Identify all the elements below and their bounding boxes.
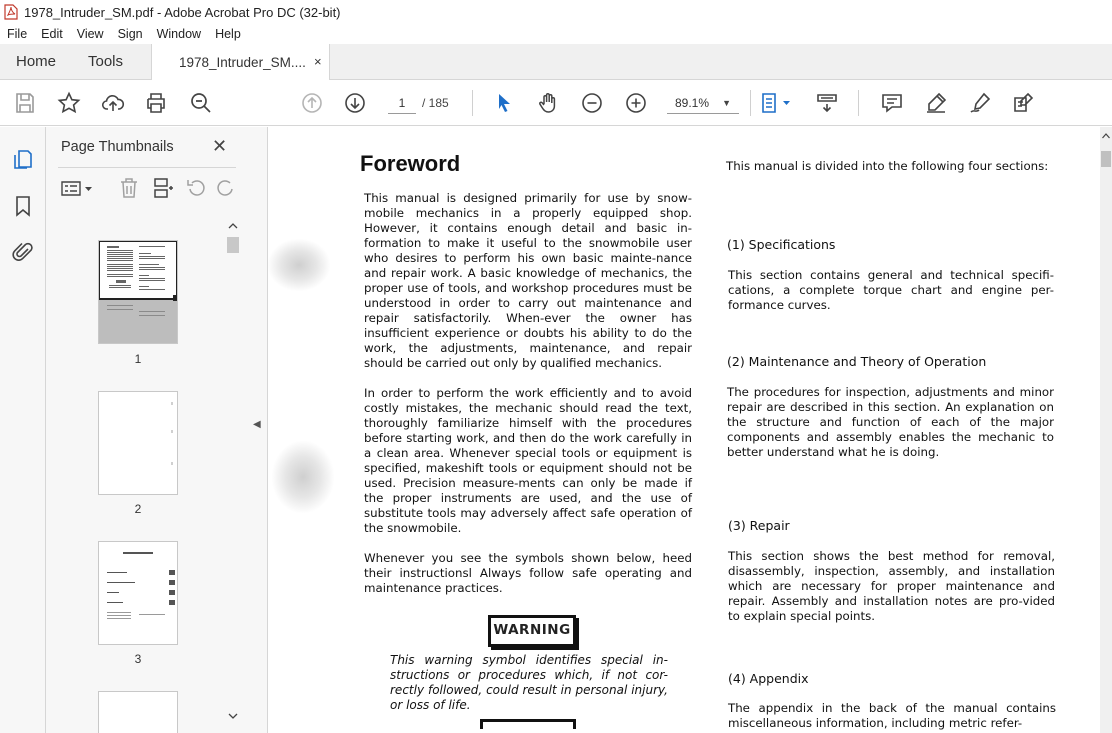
tab-close-icon[interactable]: × (314, 54, 322, 69)
attachments-paperclip-icon[interactable] (11, 240, 35, 264)
menu-view[interactable]: View (70, 27, 111, 41)
tab-bar: Home Tools 1978_Intruder_SM.... × (0, 44, 1112, 81)
page-thumbnail-4[interactable] (98, 691, 178, 733)
fill-sign-icon[interactable] (1011, 91, 1035, 115)
zoom-level-value: 89.1% (675, 96, 710, 110)
pdf-file-icon (4, 4, 18, 20)
page-thumbnail-preview (98, 240, 179, 343)
bookmark-star-icon[interactable] (57, 91, 81, 115)
page-thumbnails-panel: Page Thumbnails ✕ 1 2 3 (46, 127, 246, 733)
scroll-up-icon[interactable] (226, 221, 240, 231)
insert-page-icon[interactable] (152, 177, 174, 199)
paragraph: Whenever you see the symbols shown below… (364, 551, 692, 595)
section-heading: (4) Appendix (728, 671, 809, 686)
page-thumbnail-1[interactable] (98, 240, 179, 344)
scrollbar-thumb[interactable] (227, 237, 239, 253)
scan-smudge (268, 239, 330, 291)
paragraph: This manual is designed primarily for us… (364, 191, 692, 370)
paragraph: In order to perform the work efficiently… (364, 386, 692, 535)
toolbar-separator (858, 90, 859, 116)
section-heading: (1) Specifications (727, 237, 836, 252)
panel-title: Page Thumbnails (61, 139, 174, 155)
zoom-level-select[interactable]: 89.1% ▼ (667, 92, 739, 114)
title-bar: 1978_Intruder_SM.pdf - Adobe Acrobat Pro… (0, 0, 1112, 24)
thumbnail-label: 2 (134, 502, 142, 516)
scroll-mode-icon[interactable] (815, 91, 839, 115)
chevron-left-icon: ◀ (253, 419, 261, 430)
panel-close-icon[interactable]: ✕ (212, 136, 227, 157)
section-heading: (2) Maintenance and Theory of Operation (727, 354, 987, 369)
menu-help[interactable]: Help (208, 27, 248, 41)
zoom-in-icon[interactable] (624, 91, 648, 115)
hand-tool-icon[interactable] (536, 91, 560, 115)
sign-pen-icon[interactable] (968, 91, 992, 115)
zoom-search-icon[interactable] (189, 91, 213, 115)
page-thumbnail-3[interactable] (98, 541, 178, 645)
panel-divider (58, 167, 236, 168)
page-thumbnail-preview (107, 552, 175, 619)
page-heading: Foreword (360, 151, 461, 176)
page-number-input[interactable]: 1 (388, 92, 416, 114)
document-view[interactable]: Foreword This manual is designed primari… (268, 127, 1100, 733)
thumbnail-scrollbar[interactable] (226, 219, 240, 725)
main-toolbar: 1 / 185 89.1% ▼ (0, 80, 1112, 126)
page-fit-icon[interactable] (760, 91, 794, 115)
scrollbar-thumb[interactable] (1101, 151, 1111, 167)
next-page-icon[interactable] (343, 91, 367, 115)
toolbar-separator (750, 90, 751, 116)
menu-file[interactable]: File (0, 27, 34, 41)
document-scrollbar[interactable] (1100, 127, 1112, 733)
zoom-out-icon[interactable] (580, 91, 604, 115)
scan-smudge (272, 441, 334, 513)
section-text: The appendix in the back of the manual c… (728, 701, 1056, 730)
section-text: This section contains general and techni… (728, 268, 1054, 312)
thumbnail-toolbar (58, 175, 236, 201)
left-column: This manual is designed primarily for us… (364, 191, 692, 611)
rotate-right-icon[interactable] (214, 177, 236, 199)
scroll-up-icon[interactable] (1100, 131, 1112, 141)
menu-sign[interactable]: Sign (111, 27, 150, 41)
rotate-left-icon[interactable] (186, 177, 208, 199)
chevron-down-icon: ▼ (722, 98, 731, 108)
page-thumbnail-preview (171, 402, 173, 465)
thumbnail-label: 3 (134, 652, 142, 666)
warning-text: This warning symbol identifies special i… (390, 653, 668, 712)
save-icon[interactable] (13, 91, 37, 115)
upload-cloud-icon[interactable] (101, 91, 125, 115)
section-text: The procedures for inspection, adjustmen… (727, 385, 1054, 459)
tab-home[interactable]: Home (16, 53, 56, 70)
warning-symbol: WARNING (488, 615, 576, 647)
thumbnail-label: 1 (134, 352, 142, 366)
select-cursor-icon[interactable] (492, 91, 516, 115)
page-total: / 185 (422, 96, 449, 110)
tab-document-label: 1978_Intruder_SM.... (179, 55, 306, 70)
toolbar-separator (472, 90, 473, 116)
highlight-pen-icon[interactable] (924, 91, 948, 115)
print-icon[interactable] (144, 91, 168, 115)
tab-document[interactable]: 1978_Intruder_SM.... × (151, 44, 330, 81)
previous-page-icon[interactable] (300, 91, 324, 115)
page-thumbnails-icon[interactable] (11, 147, 35, 171)
delete-page-icon[interactable] (118, 177, 140, 199)
panel-collapse-handle[interactable]: ◀ (246, 127, 268, 733)
menu-bar: File Edit View Sign Window Help (0, 24, 1112, 44)
section-heading: (3) Repair (728, 518, 790, 533)
menu-window[interactable]: Window (150, 27, 208, 41)
menu-edit[interactable]: Edit (34, 27, 70, 41)
bookmarks-icon[interactable] (11, 194, 35, 218)
window-title: 1978_Intruder_SM.pdf - Adobe Acrobat Pro… (24, 4, 341, 20)
section-text: This section shows the best method for r… (728, 549, 1055, 623)
comment-icon[interactable] (880, 91, 904, 115)
navigation-pane (0, 127, 46, 733)
tab-tools[interactable]: Tools (88, 53, 123, 70)
caution-symbol-partial (480, 719, 576, 729)
sections-intro: This manual is divided into the followin… (726, 159, 1049, 173)
page-thumbnail-2[interactable] (98, 391, 178, 495)
scroll-down-icon[interactable] (226, 711, 240, 721)
thumbnail-options-icon[interactable] (60, 177, 94, 199)
